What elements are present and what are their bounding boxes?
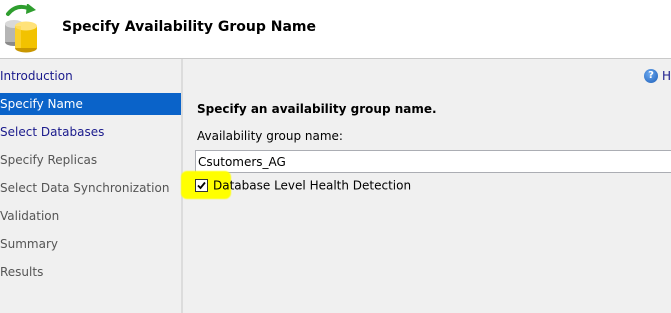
nav-item-specify-name[interactable]: Specify Name — [0, 93, 181, 115]
nav-item-label: Specify Replicas — [0, 153, 98, 167]
page-title: Specify Availability Group Name — [62, 19, 316, 35]
nav-item-select-data-synchronization[interactable]: Select Data Synchronization — [0, 177, 181, 199]
nav-item-select-databases[interactable]: Select Databases — [0, 121, 181, 143]
help-link[interactable]: ? H — [643, 68, 671, 84]
nav-item-label: Introduction — [0, 69, 73, 83]
health-detection-label: Database Level Health Detection — [213, 178, 412, 193]
database-refresh-icon — [0, 3, 46, 54]
checkmark-icon — [197, 181, 206, 190]
group-name-label: Availability group name: — [197, 129, 343, 143]
nav-item-label: Results — [0, 265, 44, 279]
group-name-input[interactable] — [195, 150, 671, 173]
nav-item-label: Specify Name — [0, 97, 83, 111]
help-label: H — [661, 68, 671, 83]
health-detection-option[interactable]: Database Level Health Detection — [195, 178, 411, 194]
header: Specify Availability Group Name — [0, 0, 671, 58]
nav-item-label: Summary — [0, 237, 58, 251]
nav-item-results[interactable]: Results — [0, 261, 181, 283]
help-icon: ? — [643, 68, 658, 83]
nav-item-label: Select Databases — [0, 125, 105, 139]
wizard-window: Specify Availability Group Name Introduc… — [0, 0, 671, 313]
nav-item-summary[interactable]: Summary — [0, 233, 181, 255]
nav-item-label: Select Data Synchronization — [0, 181, 170, 195]
nav-item-introduction[interactable]: Introduction — [0, 65, 181, 87]
nav-item-validation[interactable]: Validation — [0, 205, 181, 227]
wizard-steps-nav: Introduction Specify Name Select Databas… — [0, 59, 181, 313]
section-heading: Specify an availability group name. — [197, 102, 437, 116]
health-detection-checkbox[interactable] — [195, 179, 208, 192]
nav-item-specify-replicas[interactable]: Specify Replicas — [0, 149, 181, 171]
nav-item-label: Validation — [0, 209, 60, 223]
